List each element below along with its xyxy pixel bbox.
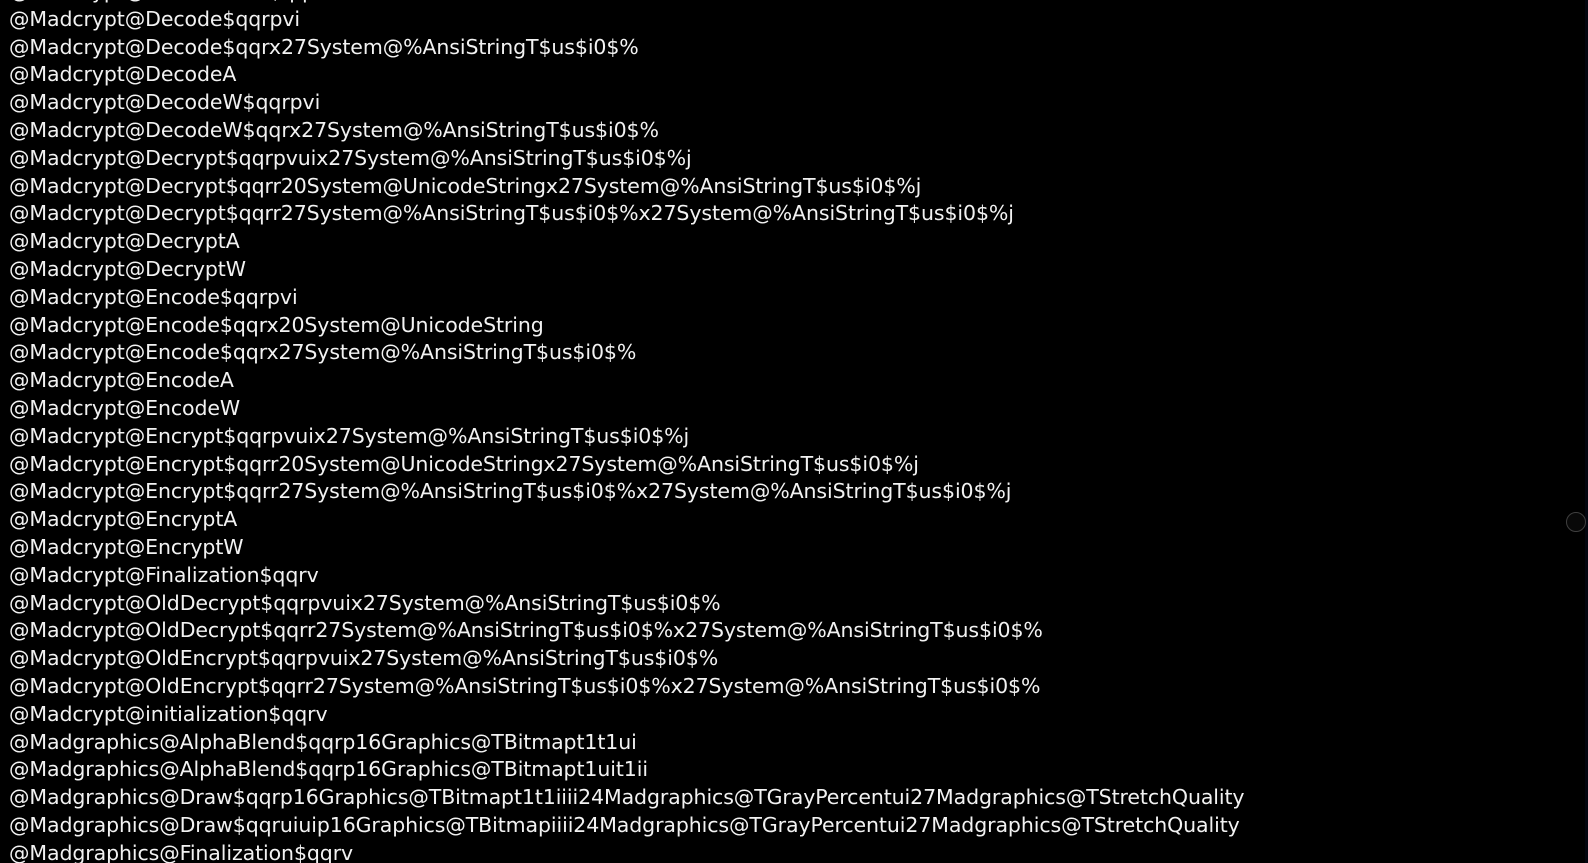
console-line: @Madcrypt@Encrypt$qqrpvuix27System@%Ansi… <box>9 423 690 448</box>
console-line: @Madcrypt@EncodeW <box>9 395 241 420</box>
console-line: @Madcrypt@DecodeW$qqrpvi <box>9 90 321 115</box>
console-line: @Madcrypt@OldEncrypt$qqrpvuix27System@%A… <box>9 646 719 671</box>
console-line: @Madcrypt@Decrypt$qqrpvuix27System@%Ansi… <box>9 145 692 170</box>
console-line: @Madcrypt@OldDecrypt$qqrpvuix27System@%A… <box>9 590 721 615</box>
console-line: @Madcrypt@Decode$qqrpvi <box>9 6 301 31</box>
console-line: @Madcrypt@DecryptW <box>9 256 246 281</box>
mouse-cursor-ring-icon[interactable] <box>1566 512 1586 532</box>
console-line: @Madgraphics@Draw$qqruiuip16Graphics@TBi… <box>9 812 1240 837</box>
console-line: @Madcrypt@Decode$qqrx27System@%AnsiStrin… <box>9 34 639 59</box>
console-line: @Madgraphics@Draw$qqrp16Graphics@TBitmap… <box>9 785 1245 810</box>
console-line: @Madcrypt@Encode$qqrx27System@%AnsiStrin… <box>9 340 637 365</box>
console-line: @Madcrypt@EncodeA <box>9 368 234 393</box>
console-line: @Madcrypt@OldEncrypt$qqrr27System@%AnsiS… <box>9 673 1041 698</box>
console-line: @Madcrypt@Decrypt$qqrr27System@%AnsiStri… <box>9 201 1014 226</box>
console-line: @Madcrypt@DecryptA <box>9 229 240 254</box>
console-output-text: @Madcrypt@Initialization$qqrv@Madcrypt@D… <box>9 0 1579 863</box>
console-line: @Madcrypt@Decrypt$qqrr20System@UnicodeSt… <box>9 173 922 198</box>
console-line: @Madgraphics@AlphaBlend$qqrp16Graphics@T… <box>9 729 637 754</box>
console-line: @Madcrypt@Encrypt$qqrr20System@UnicodeSt… <box>9 451 919 476</box>
console-line: @Madcrypt@DecodeW$qqrx27System@%AnsiStri… <box>9 117 659 142</box>
console-line: @Madcrypt@EncryptW <box>9 534 244 559</box>
console-line: @Madgraphics@AlphaBlend$qqrp16Graphics@T… <box>9 757 648 782</box>
console-line: @Madcrypt@DecodeA <box>9 62 237 87</box>
console-line: @Madgraphics@Finalization$qqrv <box>9 840 354 863</box>
console-line: @Madcrypt@Encode$qqrx20System@UnicodeStr… <box>9 312 544 337</box>
console-line: @Madcrypt@Encode$qqrpvi <box>9 284 298 309</box>
console-line: @Madcrypt@OldDecrypt$qqrr27System@%AnsiS… <box>9 618 1043 643</box>
console-window[interactable]: @Madcrypt@Initialization$qqrv@Madcrypt@D… <box>0 0 1588 863</box>
console-line: @Madcrypt@Encrypt$qqrr27System@%AnsiStri… <box>9 479 1012 504</box>
console-line: @Madcrypt@initialization$qqrv <box>9 701 328 726</box>
console-line: @Madcrypt@EncryptA <box>9 507 238 532</box>
console-line: @Madcrypt@Finalization$qqrv <box>9 562 319 587</box>
